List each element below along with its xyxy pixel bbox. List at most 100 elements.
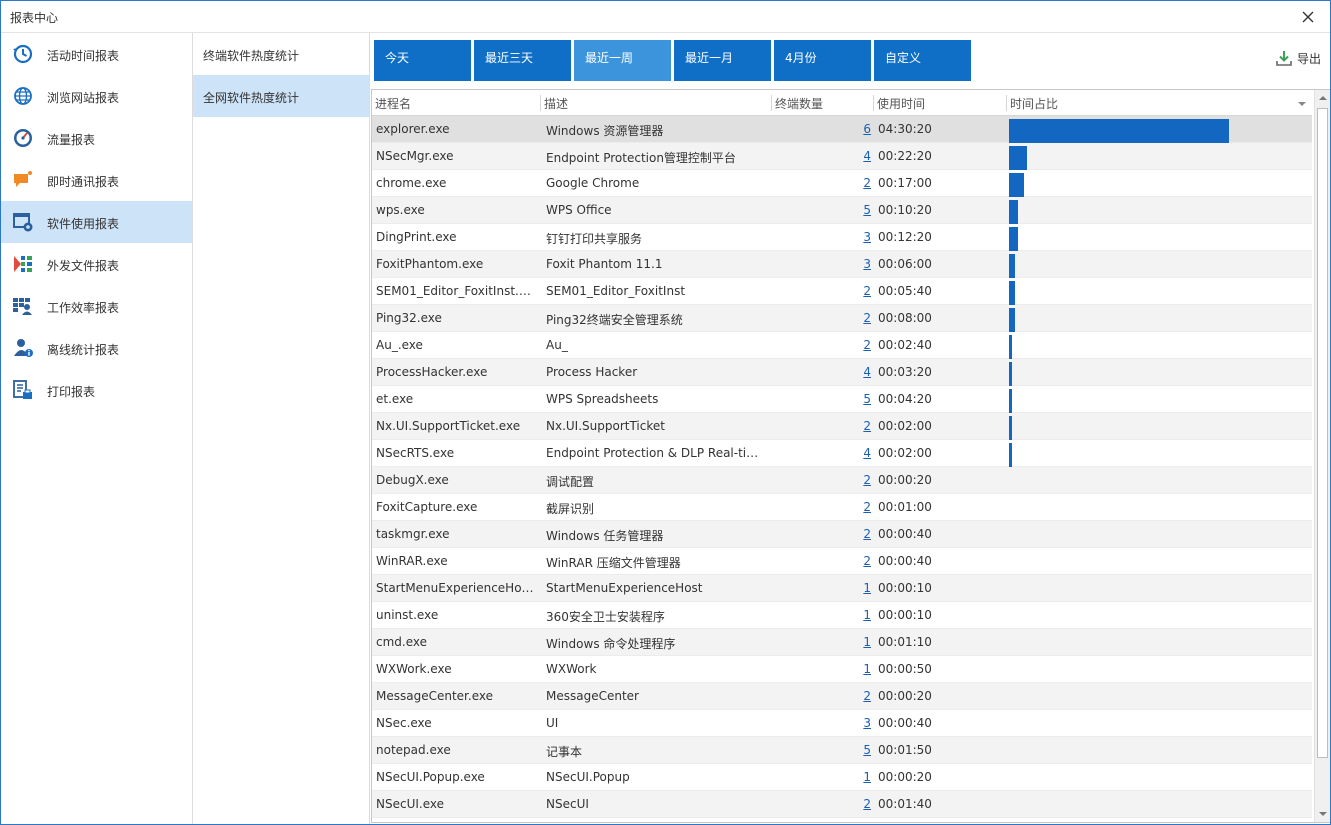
- terminal-count-link[interactable]: 1: [772, 662, 871, 676]
- table-row[interactable]: ProcessHacker.exe Process Hacker 4 00:03:20: [372, 359, 1312, 386]
- terminal-count-link[interactable]: 1: [772, 608, 871, 622]
- tab-last-three-days[interactable]: 最近三天: [474, 40, 571, 81]
- table-row[interactable]: SEM01_Editor_FoxitInst.exe SEM01_Editor_F…: [372, 278, 1312, 305]
- subpanel-item-network-software[interactable]: 全网软件热度统计: [193, 75, 369, 117]
- terminal-count-link[interactable]: 3: [772, 716, 871, 730]
- table-row[interactable]: explorer.exe Windows 资源管理器 6 04:30:20: [372, 116, 1312, 143]
- scroll-down-icon[interactable]: [1315, 806, 1330, 822]
- table-row[interactable]: NSec.exe UI 3 00:00:40: [372, 710, 1312, 737]
- column-header-terminal-count[interactable]: 终端数量: [772, 95, 874, 111]
- usage-time-cell: 00:06:00: [878, 257, 932, 271]
- terminal-count-link[interactable]: 2: [772, 311, 871, 325]
- description-cell: Foxit Phantom 11.1: [546, 257, 663, 271]
- close-button[interactable]: [1298, 7, 1318, 27]
- export-button[interactable]: 导出: [1275, 49, 1321, 67]
- subpanel-item-terminal-software[interactable]: 终端软件热度统计: [193, 33, 369, 75]
- usage-time-cell: 00:00:40: [878, 716, 932, 730]
- column-header-time-share[interactable]: 时间占比: [1007, 95, 1313, 111]
- sidebar-item-web-browsing[interactable]: 浏览网站报表: [1, 75, 192, 117]
- process-name-cell: FoxitPhantom.exe: [376, 257, 484, 271]
- scroll-up-icon[interactable]: [1315, 90, 1330, 106]
- table-row[interactable]: StartMenuExperienceHost.... StartMenuExpe…: [372, 575, 1312, 602]
- table-row[interactable]: Ping32.exe Ping32终端安全管理系统 2 00:08:00: [372, 305, 1312, 332]
- table-row[interactable]: FoxitCapture.exe 截屏识别 2 00:01:00: [372, 494, 1312, 521]
- description-cell: 记事本: [546, 745, 583, 759]
- process-name-cell: DebugX.exe: [376, 473, 449, 487]
- table-row[interactable]: WinRAR.exe WinRAR 压缩文件管理器 2 00:00:40: [372, 548, 1312, 575]
- terminal-count-link[interactable]: 2: [772, 797, 871, 811]
- time-share-bar: [1009, 416, 1012, 440]
- table-row[interactable]: NSecRTS.exe Endpoint Protection & DLP Rea…: [372, 440, 1312, 467]
- sidebar-item-offline-stats[interactable]: 离线统计报表: [1, 327, 192, 369]
- chevron-down-icon[interactable]: [1297, 99, 1307, 109]
- usage-time-cell: 00:00:10: [878, 608, 932, 622]
- terminal-count-link[interactable]: 6: [772, 122, 871, 136]
- terminal-count-link[interactable]: 4: [772, 149, 871, 163]
- terminal-count-link[interactable]: 1: [772, 581, 871, 595]
- sidebar-item-software-usage[interactable]: 软件使用报表: [1, 201, 192, 243]
- sidebar-item-outgoing-files[interactable]: 外发文件报表: [1, 243, 192, 285]
- terminal-count-link[interactable]: 5: [772, 743, 871, 757]
- tab-last-month[interactable]: 最近一月: [674, 40, 771, 81]
- table-row[interactable]: wps.exe WPS Office 5 00:10:20: [372, 197, 1312, 224]
- tab-april[interactable]: 4月份: [774, 40, 871, 81]
- terminal-count-link[interactable]: 3: [772, 257, 871, 271]
- table-row[interactable]: chrome.exe Google Chrome 2 00:17:00: [372, 170, 1312, 197]
- report-center-window: 报表中心 活动时间报表 浏览网站报表 流量报表 即时通讯报表 软件使用报表 外发…: [0, 0, 1331, 825]
- sidebar-item-work-efficiency[interactable]: 工作效率报表: [1, 285, 192, 327]
- user-info-icon: [14, 339, 33, 357]
- column-header-usage-time[interactable]: 使用时间: [874, 95, 1007, 111]
- table-row[interactable]: DebugX.exe 调试配置 2 00:00:20: [372, 467, 1312, 494]
- terminal-count-link[interactable]: 5: [772, 392, 871, 406]
- description-cell: 调试配置: [546, 475, 595, 489]
- description-cell: Ping32终端安全管理系统: [546, 313, 683, 327]
- terminal-count-link[interactable]: 2: [772, 419, 871, 433]
- sidebar-item-instant-messaging[interactable]: 即时通讯报表: [1, 159, 192, 201]
- terminal-count-link[interactable]: 4: [772, 446, 871, 460]
- table-row[interactable]: WXWork.exe WXWork 1 00:00:50: [372, 656, 1312, 683]
- terminal-count-link[interactable]: 1: [772, 770, 871, 784]
- speedometer-icon: [14, 129, 32, 147]
- tab-last-week[interactable]: 最近一周: [574, 40, 671, 81]
- terminal-count-link[interactable]: 2: [772, 554, 871, 568]
- sidebar-item-label: 打印报表: [47, 385, 96, 399]
- terminal-count-link[interactable]: 3: [772, 230, 871, 244]
- time-share-bar: [1009, 362, 1012, 386]
- terminal-count-link[interactable]: 2: [772, 527, 871, 541]
- process-name-cell: NSecUI.exe: [376, 797, 444, 811]
- terminal-count-link[interactable]: 1: [772, 635, 871, 649]
- terminal-count-link[interactable]: 2: [772, 284, 871, 298]
- vertical-scrollbar[interactable]: [1314, 90, 1330, 822]
- table-row[interactable]: DingPrint.exe 钉钉打印共享服务 3 00:12:20: [372, 224, 1312, 251]
- terminal-count-link[interactable]: 5: [772, 203, 871, 217]
- terminal-count-link[interactable]: 2: [772, 500, 871, 514]
- table-row[interactable]: NSecMgr.exe Endpoint Protection管理控制平台 4 00:…: [372, 143, 1312, 170]
- terminal-count-link[interactable]: 4: [772, 365, 871, 379]
- scrollbar-thumb[interactable]: [1317, 108, 1328, 758]
- table-row[interactable]: cmd.exe Windows 命令处理程序 1 00:01:10: [372, 629, 1312, 656]
- sidebar-item-traffic[interactable]: 流量报表: [1, 117, 192, 159]
- column-header-process-name[interactable]: 进程名: [372, 95, 541, 111]
- process-name-cell: WXWork.exe: [376, 662, 452, 676]
- table-row[interactable]: Nx.UI.SupportTicket.exe Nx.UI.SupportTick…: [372, 413, 1312, 440]
- sidebar-item-print[interactable]: 打印报表: [1, 369, 192, 411]
- column-header-description[interactable]: 描述: [541, 95, 772, 111]
- table-row[interactable]: taskmgr.exe Windows 任务管理器 2 00:00:40: [372, 521, 1312, 548]
- terminal-count-link[interactable]: 2: [772, 176, 871, 190]
- terminal-count-link[interactable]: 2: [772, 338, 871, 352]
- table-row[interactable]: uninst.exe 360安全卫士安装程序 1 00:00:10: [372, 602, 1312, 629]
- tab-custom[interactable]: 自定义: [874, 40, 971, 81]
- table-row[interactable]: Au_.exe Au_ 2 00:02:40: [372, 332, 1312, 359]
- sidebar-item-activity-time[interactable]: 活动时间报表: [1, 33, 192, 75]
- tab-today[interactable]: 今天: [374, 40, 471, 81]
- table-row[interactable]: MessageCenter.exe MessageCenter 2 00:00:20: [372, 683, 1312, 710]
- table-row[interactable]: NSecUI.Popup.exe NSecUI.Popup 1 00:00:20: [372, 764, 1312, 791]
- time-share-bar: [1009, 173, 1024, 197]
- table-row[interactable]: notepad.exe 记事本 5 00:01:50: [372, 737, 1312, 764]
- table-row[interactable]: et.exe WPS Spreadsheets 5 00:04:20: [372, 386, 1312, 413]
- terminal-count-link[interactable]: 2: [772, 473, 871, 487]
- table-row[interactable]: NSecUI.exe NSecUI 2 00:01:40: [372, 791, 1312, 818]
- usage-time-cell: 00:00:20: [878, 689, 932, 703]
- table-row[interactable]: FoxitPhantom.exe Foxit Phantom 11.1 3 00:06…: [372, 251, 1312, 278]
- terminal-count-link[interactable]: 2: [772, 689, 871, 703]
